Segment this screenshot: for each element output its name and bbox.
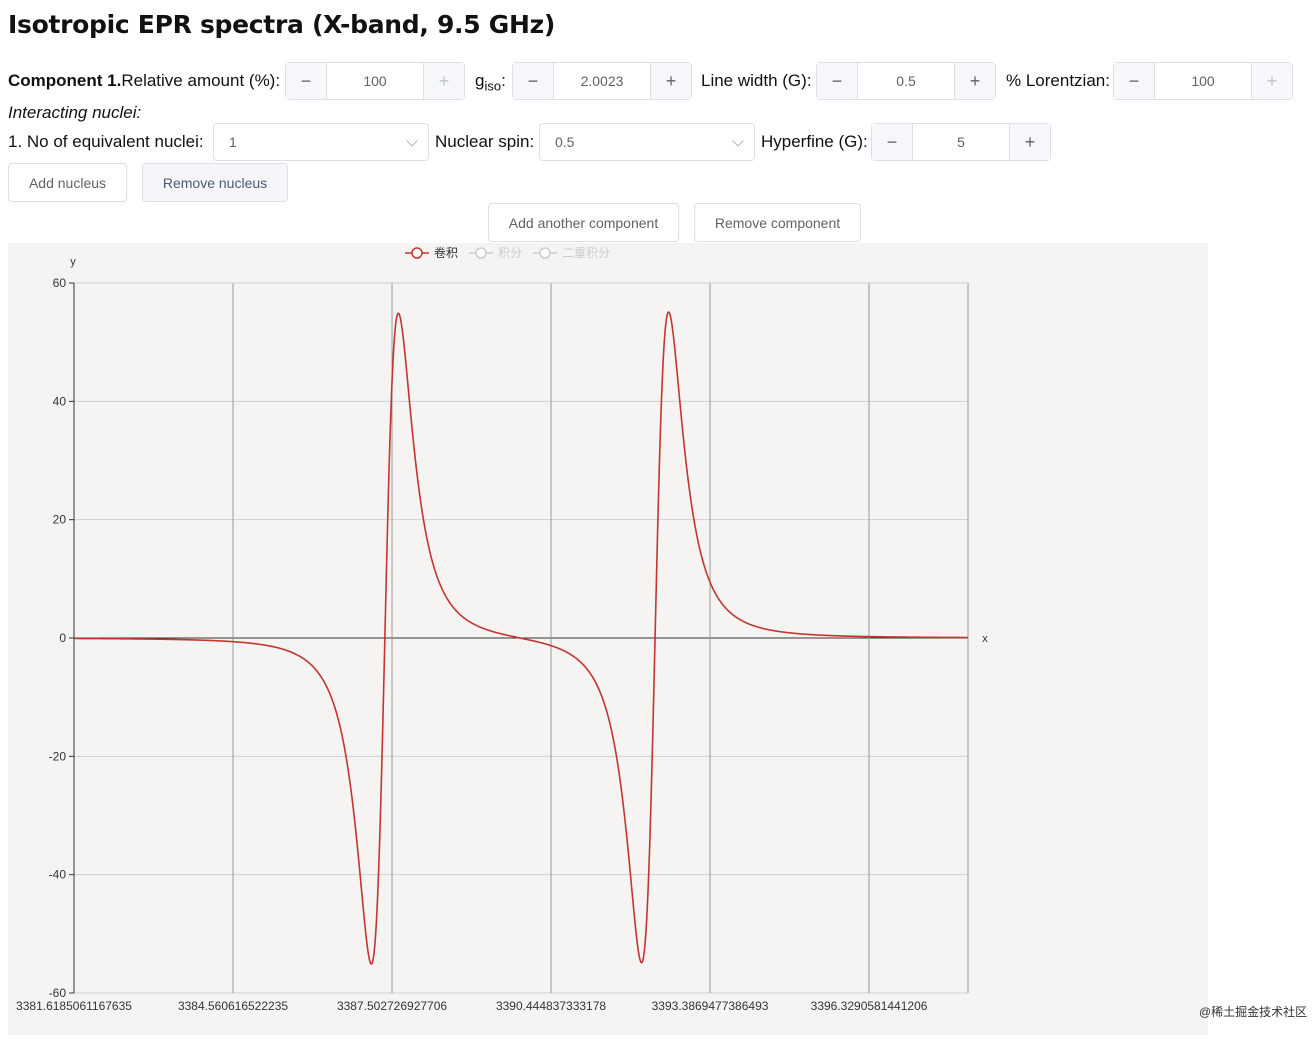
- equivalent-nuclei-select[interactable]: 1: [213, 123, 429, 161]
- chevron-down-icon: [732, 135, 744, 147]
- nuclear-spin-label: Nuclear spin:: [435, 132, 535, 151]
- decrement-button[interactable]: −: [872, 124, 913, 160]
- giso-stepper[interactable]: − +: [512, 62, 692, 100]
- line-width-label: Line width (G):: [701, 71, 812, 90]
- chart-svg: 60 40 20 0 -20 -40 -603381.6185061167635 3384.5…: [16, 245, 988, 1013]
- add-nucleus-button[interactable]: Add nucleus: [8, 163, 127, 202]
- y-axis-label: y: [70, 256, 76, 268]
- giso-label-colon: :: [501, 71, 506, 90]
- component-heading: Component 1.Relative amount (%):: [8, 71, 280, 91]
- y-tick-label: -20: [49, 749, 67, 763]
- y-tick-label: -60: [49, 986, 67, 1000]
- legend-item-0[interactable]: 卷积: [434, 245, 458, 260]
- increment-button[interactable]: +: [1009, 124, 1050, 160]
- giso-input[interactable]: [554, 63, 650, 99]
- equivalent-nuclei-label: 1. No of equivalent nuclei:: [8, 132, 204, 151]
- decrement-button[interactable]: −: [817, 63, 858, 99]
- increment-button[interactable]: +: [650, 63, 691, 99]
- spectrum-chart: 60 40 20 0 -20 -40 -60 3381.6185061167635 3384.5…: [8, 243, 1208, 1035]
- increment-button[interactable]: +: [954, 63, 995, 99]
- decrement-button[interactable]: −: [513, 63, 554, 99]
- relative-amount-input[interactable]: [327, 63, 423, 99]
- decrement-button[interactable]: −: [286, 63, 327, 99]
- hyperfine-input[interactable]: [913, 124, 1009, 160]
- lorentzian-label: % Lorentzian:: [1006, 71, 1110, 90]
- x-tick-label: 3381.6185061167635: [16, 999, 132, 1013]
- page-title: Isotropic EPR spectra (X-band, 9.5 GHz): [8, 10, 555, 39]
- giso-label: giso:: [475, 71, 506, 96]
- x-tick-label: 3396.3290581441206: [811, 999, 928, 1013]
- line-width-input[interactable]: [858, 63, 954, 99]
- watermark: @稀土掘金技术社区: [1199, 1005, 1308, 1019]
- y-tick-label: 60: [53, 276, 67, 290]
- nuclear-spin-select[interactable]: 0.5: [539, 123, 755, 161]
- y-tick-label: 0: [59, 631, 66, 645]
- legend-circle-icon: [539, 247, 551, 259]
- x-tick-label: 3393.3869477386493: [652, 999, 769, 1013]
- chevron-down-icon: [406, 135, 418, 147]
- selected-value: 1: [229, 134, 237, 150]
- y-tick-label: -40: [49, 868, 67, 882]
- add-component-button[interactable]: Add another component: [488, 203, 679, 242]
- increment-button[interactable]: +: [1251, 63, 1292, 99]
- legend-circle-icon: [411, 247, 423, 259]
- legend-item-2[interactable]: 二重积分: [562, 246, 610, 260]
- y-tick-label: 40: [53, 394, 67, 408]
- line-width-stepper[interactable]: − +: [816, 62, 996, 100]
- hyperfine-stepper[interactable]: − +: [871, 123, 1051, 161]
- hyperfine-label: Hyperfine (G):: [761, 132, 868, 151]
- relative-amount-label: Relative amount (%):: [121, 71, 281, 90]
- selected-value: 0.5: [555, 134, 575, 150]
- x-tick-label: 3384.560616522235: [178, 999, 288, 1013]
- y-tick-label: 20: [53, 513, 67, 527]
- legend-circle-icon: [475, 247, 487, 259]
- remove-nucleus-button[interactable]: Remove nucleus: [142, 163, 288, 202]
- increment-button[interactable]: +: [423, 63, 464, 99]
- giso-label-sub: iso: [484, 78, 502, 94]
- remove-component-button[interactable]: Remove component: [694, 203, 861, 242]
- x-tick-label: 3390.444837333178: [496, 999, 606, 1013]
- interacting-nuclei-heading: Interacting nuclei:: [8, 103, 142, 122]
- lorentzian-input[interactable]: [1155, 63, 1251, 99]
- lorentzian-stepper[interactable]: − +: [1113, 62, 1293, 100]
- component-title: Component 1.: [8, 71, 122, 90]
- legend-item-1[interactable]: 积分: [498, 246, 522, 260]
- x-axis-label: x: [982, 633, 988, 645]
- decrement-button[interactable]: −: [1114, 63, 1155, 99]
- x-tick-label: 3387.502726927706: [337, 999, 447, 1013]
- relative-amount-stepper[interactable]: − +: [285, 62, 465, 100]
